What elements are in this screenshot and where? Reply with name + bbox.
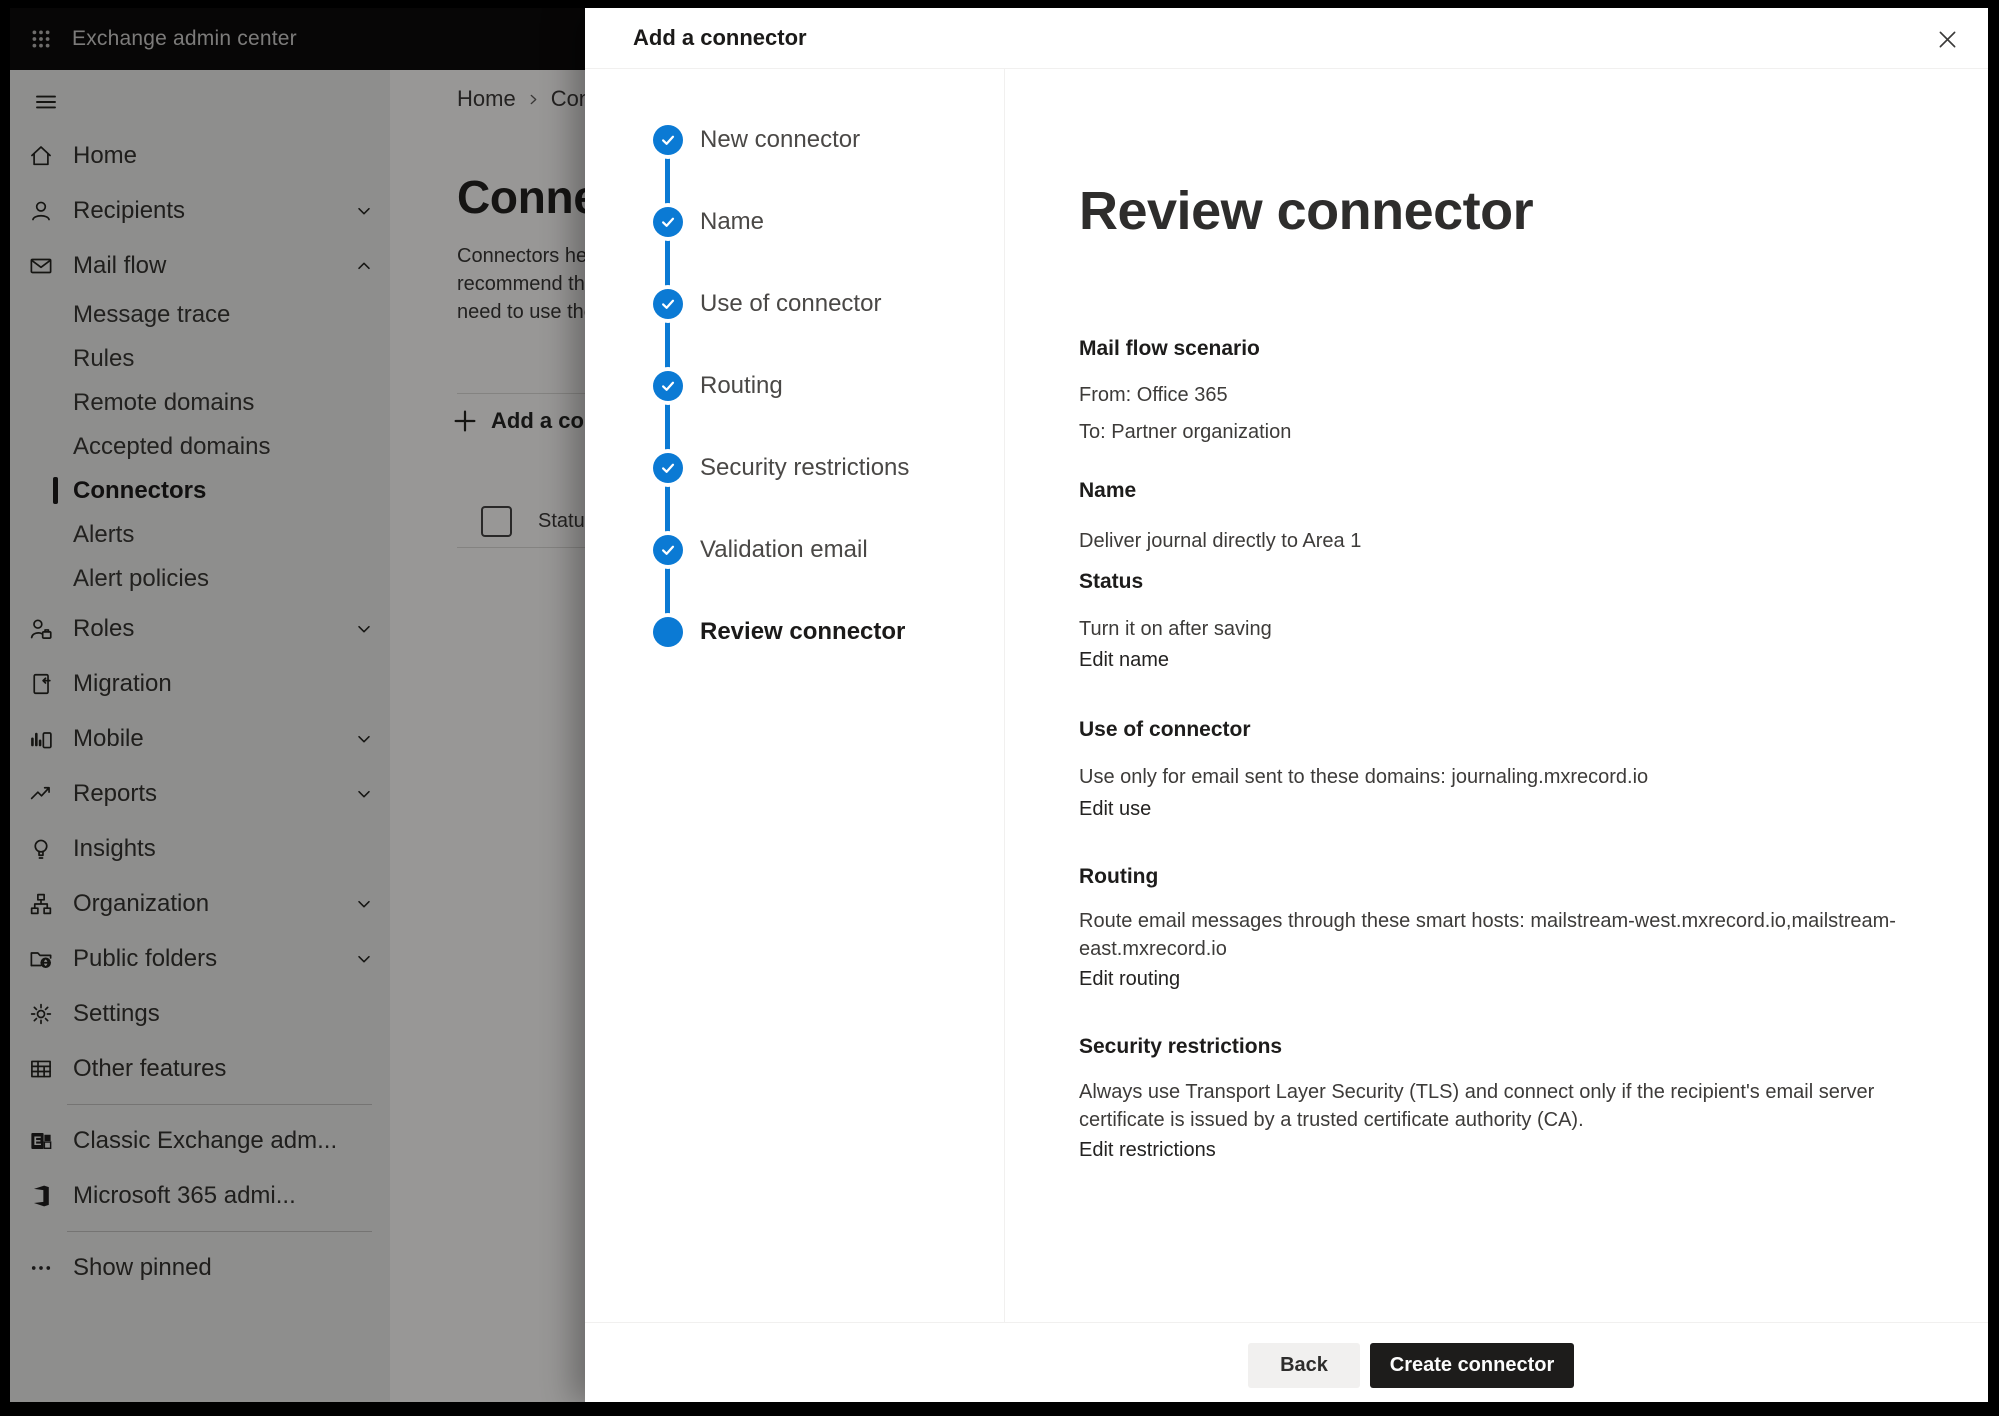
step-label: Validation email — [700, 536, 868, 564]
divider — [585, 68, 1988, 69]
step-completed-icon — [653, 535, 683, 565]
routing-value: Route email messages through these smart… — [1079, 907, 1984, 963]
divider — [1004, 69, 1005, 1322]
close-button[interactable] — [1932, 24, 1962, 54]
wizard-steps: New connector Name Use of connector Routing… — [585, 99, 1004, 673]
name-value: Deliver journal directly to Area 1 — [1079, 527, 1984, 555]
close-icon — [1936, 28, 1959, 51]
review-heading: Review connector — [1079, 180, 1984, 242]
step-label: New connector — [700, 126, 860, 154]
step-completed-icon — [653, 371, 683, 401]
step-completed-icon — [653, 207, 683, 237]
section-heading-routing: Routing — [1079, 865, 1984, 889]
modal-title: Add a connector — [633, 8, 807, 68]
mail-flow-from: From: Office 365 — [1079, 381, 1984, 409]
edit-routing-link[interactable]: Edit routing — [1079, 968, 1180, 991]
step-security-restrictions[interactable]: Security restrictions — [585, 427, 1004, 509]
step-use-of-connector[interactable]: Use of connector — [585, 263, 1004, 345]
step-completed-icon — [653, 289, 683, 319]
check-icon — [659, 295, 677, 313]
check-icon — [659, 541, 677, 559]
security-value: Always use Transport Layer Security (TLS… — [1079, 1078, 1984, 1134]
create-connector-button[interactable]: Create connector — [1370, 1343, 1574, 1388]
step-current-dot — [653, 617, 683, 647]
step-routing[interactable]: Routing — [585, 345, 1004, 427]
edit-use-link[interactable]: Edit use — [1079, 798, 1151, 821]
check-icon — [659, 459, 677, 477]
check-icon — [659, 213, 677, 231]
step-label: Security restrictions — [700, 454, 909, 482]
use-value: Use only for email sent to these domains… — [1079, 763, 1984, 791]
add-connector-modal: Add a connector New connector Name Use of … — [585, 8, 1988, 1402]
status-value: Turn it on after saving — [1079, 615, 1984, 643]
section-heading-mail-flow-scenario: Mail flow scenario — [1079, 337, 1984, 361]
step-review-connector[interactable]: Review connector — [585, 591, 1004, 673]
check-icon — [659, 131, 677, 149]
step-validation-email[interactable]: Validation email — [585, 509, 1004, 591]
step-name[interactable]: Name — [585, 181, 1004, 263]
check-icon — [659, 377, 677, 395]
section-heading-status: Status — [1079, 570, 1984, 594]
edit-name-link[interactable]: Edit name — [1079, 649, 1169, 672]
step-label: Name — [700, 208, 764, 236]
divider — [585, 1322, 1988, 1323]
step-completed-icon — [653, 453, 683, 483]
section-heading-use-of-connector: Use of connector — [1079, 718, 1984, 742]
section-heading-name: Name — [1079, 479, 1984, 503]
edit-restrictions-link[interactable]: Edit restrictions — [1079, 1139, 1216, 1162]
step-label: Routing — [700, 372, 783, 400]
step-label: Review connector — [700, 618, 905, 646]
section-heading-security-restrictions: Security restrictions — [1079, 1035, 1984, 1059]
step-label: Use of connector — [700, 290, 881, 318]
mail-flow-to: To: Partner organization — [1079, 418, 1984, 446]
back-button[interactable]: Back — [1248, 1343, 1360, 1388]
step-completed-icon — [653, 125, 683, 155]
step-new-connector[interactable]: New connector — [585, 99, 1004, 181]
